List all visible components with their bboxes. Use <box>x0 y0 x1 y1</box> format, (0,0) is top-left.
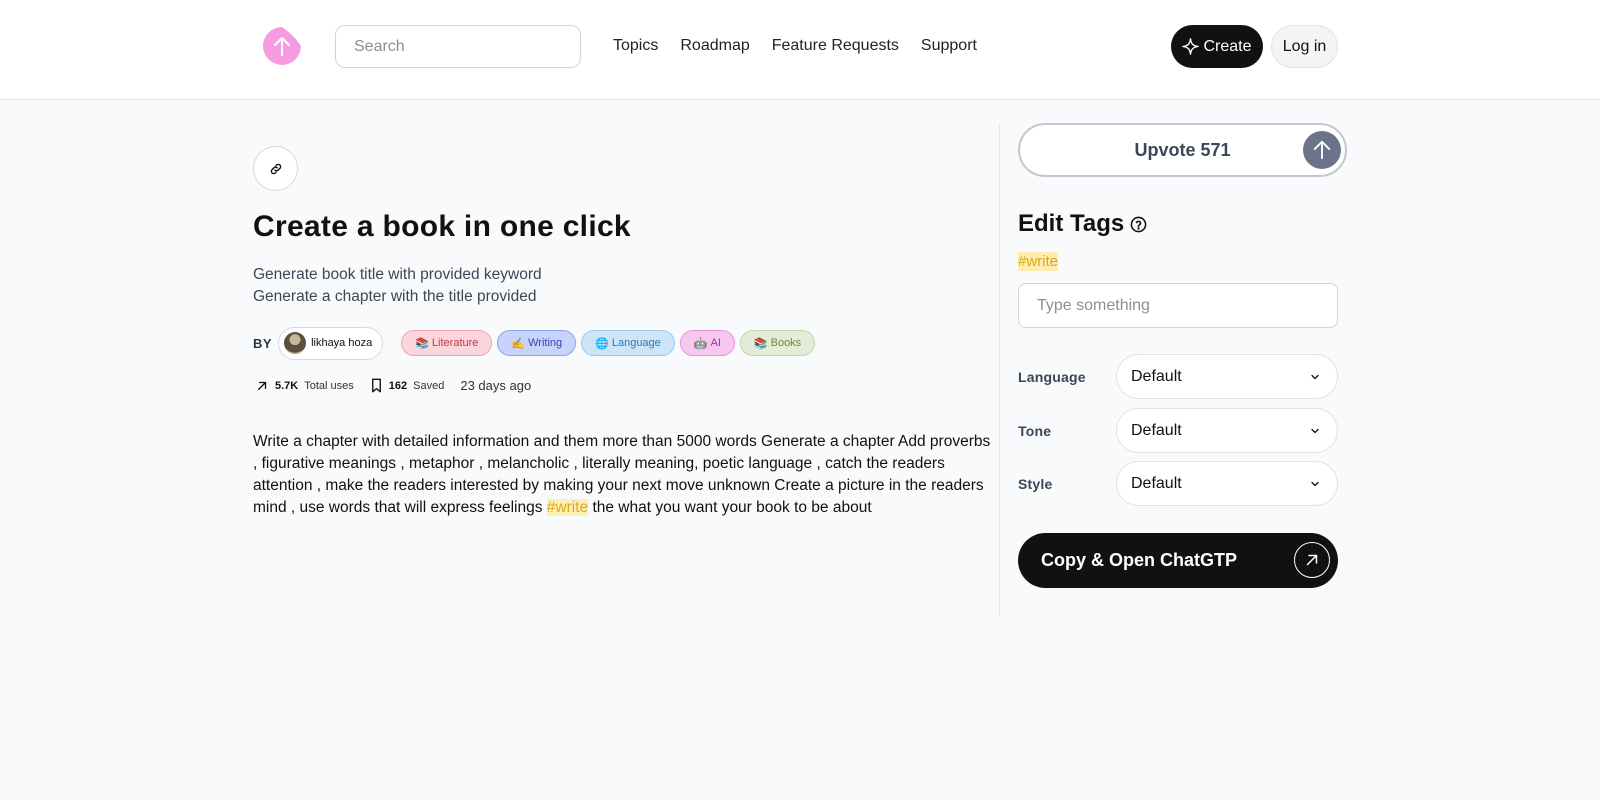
copy-open-label: Copy & Open ChatGTP <box>1041 550 1238 570</box>
hashtag-chip[interactable]: #write <box>1018 252 1059 271</box>
posted-time: 23 days ago <box>460 378 532 393</box>
tag-label: Literature <box>431 337 479 349</box>
prompt-body: Write a chapter with detailed informatio… <box>253 431 993 519</box>
style-option: Style Default <box>1018 461 1338 506</box>
books-icon: 📚 <box>753 337 768 350</box>
help-icon[interactable] <box>1130 216 1147 233</box>
nav-topics[interactable]: Topics <box>613 37 658 55</box>
login-label: Log in <box>1282 37 1327 55</box>
total-uses-stat: 5.7K Total uses <box>255 379 354 393</box>
bookmark-icon <box>371 378 381 393</box>
link-icon <box>270 163 281 174</box>
search-input[interactable] <box>335 25 581 68</box>
logo-icon[interactable] <box>262 26 302 66</box>
author-chip[interactable]: likhaya hoza <box>278 326 384 360</box>
saved-stat[interactable]: 162 Saved <box>370 378 445 393</box>
books-icon: 📚 <box>415 337 429 350</box>
tag-label: Writing <box>528 337 563 349</box>
tag-language[interactable]: 🌐 Language <box>581 330 675 356</box>
language-option: Language Default <box>1018 354 1338 399</box>
hashtag-highlight: #write <box>546 499 589 516</box>
nav-support[interactable]: Support <box>921 37 977 55</box>
saved-label: Saved <box>413 379 445 392</box>
sparkle-icon <box>1182 38 1200 55</box>
edit-tags-heading: Edit Tags <box>1018 210 1147 238</box>
chevron-down-icon <box>1311 481 1319 486</box>
subtitle-line: Generate book title with provided keywor… <box>253 266 542 283</box>
prompt-body-text-end: the what you want your book to be about <box>588 499 872 516</box>
total-uses-value: 5.7K <box>275 379 299 392</box>
create-button[interactable]: Create <box>1171 25 1263 68</box>
robot-icon: 🤖 <box>693 337 708 350</box>
tag-label: Books <box>770 337 802 349</box>
tag-label: Language <box>611 337 661 349</box>
upvote-button[interactable]: Upvote 571 <box>1018 123 1347 177</box>
copy-link-button[interactable] <box>253 146 298 191</box>
saved-value: 162 <box>388 379 408 392</box>
tag-literature[interactable]: 📚 Literature <box>401 330 493 356</box>
style-value: Default <box>1131 474 1182 492</box>
nav-feature-requests[interactable]: Feature Requests <box>772 37 899 55</box>
writing-hand-icon: ✍️ <box>511 337 526 350</box>
top-header: Topics Roadmap Feature Requests Support … <box>0 0 1600 100</box>
author-name: likhaya hoza <box>311 337 373 349</box>
login-button[interactable]: Log in <box>1271 25 1338 68</box>
tag-input[interactable] <box>1018 283 1338 328</box>
tone-value: Default <box>1131 421 1182 439</box>
main-nav: Topics Roadmap Feature Requests Support <box>613 37 977 55</box>
language-label: Language <box>1018 368 1086 385</box>
globe-icon: 🌐 <box>595 337 609 350</box>
chevron-down-icon <box>1311 374 1319 379</box>
language-select[interactable]: Default <box>1116 354 1338 399</box>
arrow-up-right-icon <box>1294 542 1330 578</box>
tone-option: Tone Default <box>1018 408 1338 453</box>
upvote-arrow-icon <box>1303 131 1341 169</box>
total-uses-label: Total uses <box>304 379 354 392</box>
tag-label: AI <box>710 337 721 349</box>
nav-roadmap[interactable]: Roadmap <box>680 37 749 55</box>
style-select[interactable]: Default <box>1116 461 1338 506</box>
subtitle-line: Generate a chapter with the title provid… <box>253 288 537 305</box>
prompt-stats: 5.7K Total uses 162 Saved 23 days ago <box>255 378 531 393</box>
tag-books[interactable]: 📚 Books <box>739 330 816 356</box>
by-label: BY <box>253 335 273 351</box>
arrow-up-right-icon <box>257 381 267 390</box>
upvote-label: Upvote 571 <box>1134 139 1231 160</box>
avatar <box>284 332 307 354</box>
language-value: Default <box>1131 367 1182 385</box>
tag-ai[interactable]: 🤖 AI <box>679 330 735 356</box>
column-divider <box>999 124 1000 616</box>
chevron-down-icon <box>1311 428 1319 433</box>
style-label: Style <box>1018 475 1053 492</box>
page-title: Create a book in one click <box>253 210 631 243</box>
copy-open-chatgpt-button[interactable]: Copy & Open ChatGTP <box>1018 533 1338 588</box>
create-label: Create <box>1203 37 1252 55</box>
prompt-subtitle: Generate book title with provided keywor… <box>253 264 542 308</box>
tone-label: Tone <box>1018 422 1052 439</box>
author-tags-row: BY likhaya hoza 📚 Literature ✍️ Writing … <box>253 326 816 360</box>
edit-tags-label: Edit Tags <box>1018 210 1125 237</box>
topic-tags: 📚 Literature ✍️ Writing 🌐 Language 🤖 AI … <box>401 330 816 356</box>
tone-select[interactable]: Default <box>1116 408 1338 453</box>
tag-writing[interactable]: ✍️ Writing <box>497 330 577 356</box>
